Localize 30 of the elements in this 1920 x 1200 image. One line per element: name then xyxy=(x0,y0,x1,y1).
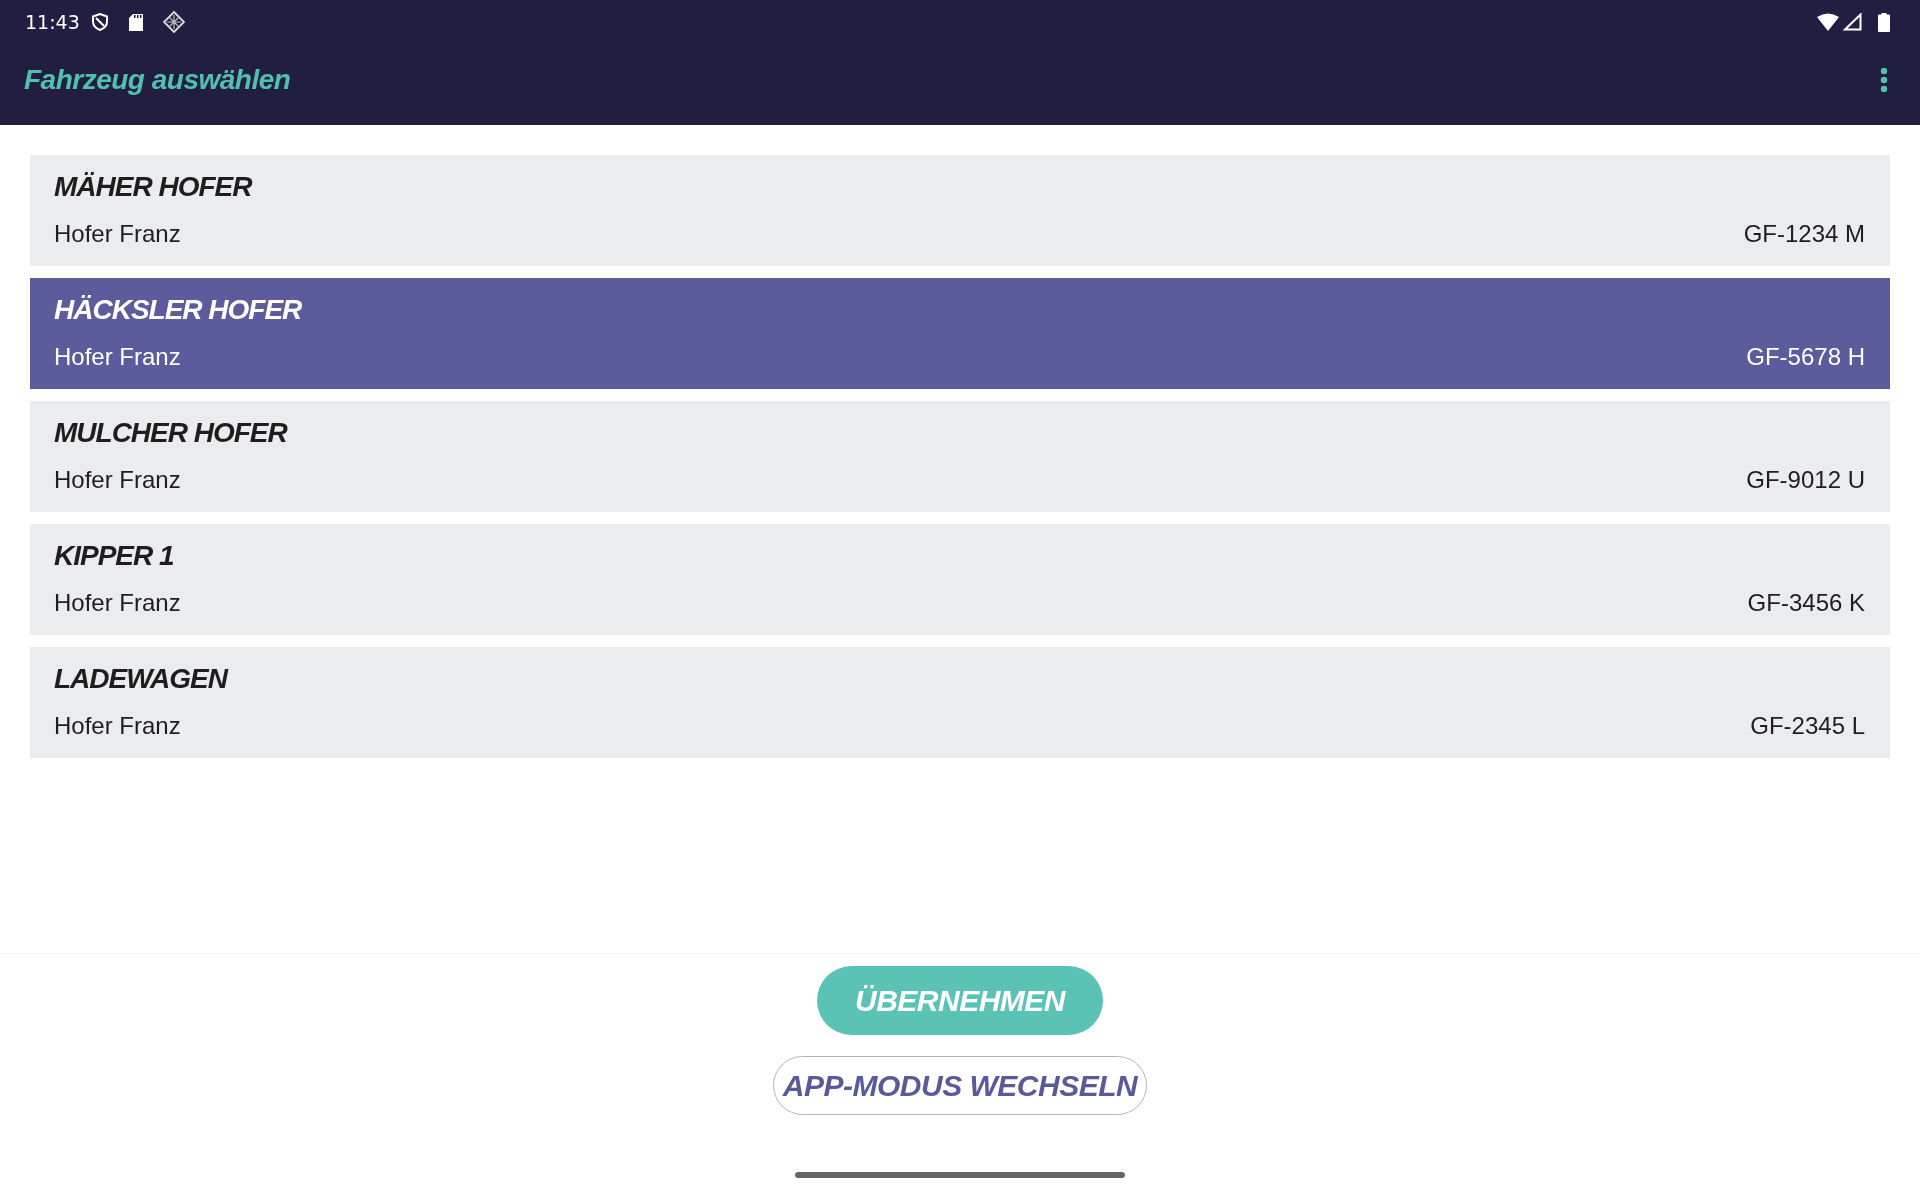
vehicle-name: MULCHER HOFER xyxy=(54,416,287,450)
vehicle-owner: Hofer Franz xyxy=(54,465,181,495)
shield-icon xyxy=(91,13,108,31)
vehicle-name: LADEWAGEN xyxy=(54,662,227,696)
license-plate: GF-3456 K xyxy=(1747,588,1865,618)
vehicle-owner: Hofer Franz xyxy=(54,588,181,618)
vehicle-name: MÄHER HOFER xyxy=(54,170,252,204)
vehicle-list-item[interactable]: MULCHER HOFER Hofer Franz GF-9012 U xyxy=(30,401,1890,512)
vehicle-owner: Hofer Franz xyxy=(54,219,181,249)
screen-title: Fahrzeug auswählen xyxy=(24,63,291,96)
status-time: 11:43 xyxy=(25,11,80,33)
vehicle-name: KIPPER 1 xyxy=(54,539,174,573)
sd-card-icon xyxy=(128,13,143,31)
vehicle-list-item[interactable]: HÄCKSLER HOFER Hofer Franz GF-5678 H xyxy=(30,278,1890,389)
vehicle-list-item[interactable]: KIPPER 1 Hofer Franz GF-3456 K xyxy=(30,524,1890,635)
license-plate: GF-5678 H xyxy=(1746,342,1865,372)
diamond-grid-icon xyxy=(162,11,185,33)
battery-icon xyxy=(1878,12,1890,32)
license-plate: GF-1234 M xyxy=(1743,219,1865,249)
vehicle-owner: Hofer Franz xyxy=(54,711,181,741)
signal-icon xyxy=(1843,13,1862,31)
vehicle-list-item[interactable]: MÄHER HOFER Hofer Franz GF-1234 M xyxy=(30,155,1890,266)
wifi-icon xyxy=(1817,13,1839,31)
vehicle-owner: Hofer Franz xyxy=(54,342,181,372)
vehicle-name: HÄCKSLER HOFER xyxy=(54,293,302,327)
switch-mode-button[interactable]: APP-MODUS WECHSELN xyxy=(773,1056,1147,1115)
more-menu-icon[interactable] xyxy=(1880,66,1888,93)
license-plate: GF-9012 U xyxy=(1746,465,1865,495)
vehicle-list-item[interactable]: LADEWAGEN Hofer Franz GF-2345 L xyxy=(30,647,1890,758)
license-plate: GF-2345 L xyxy=(1750,711,1865,741)
